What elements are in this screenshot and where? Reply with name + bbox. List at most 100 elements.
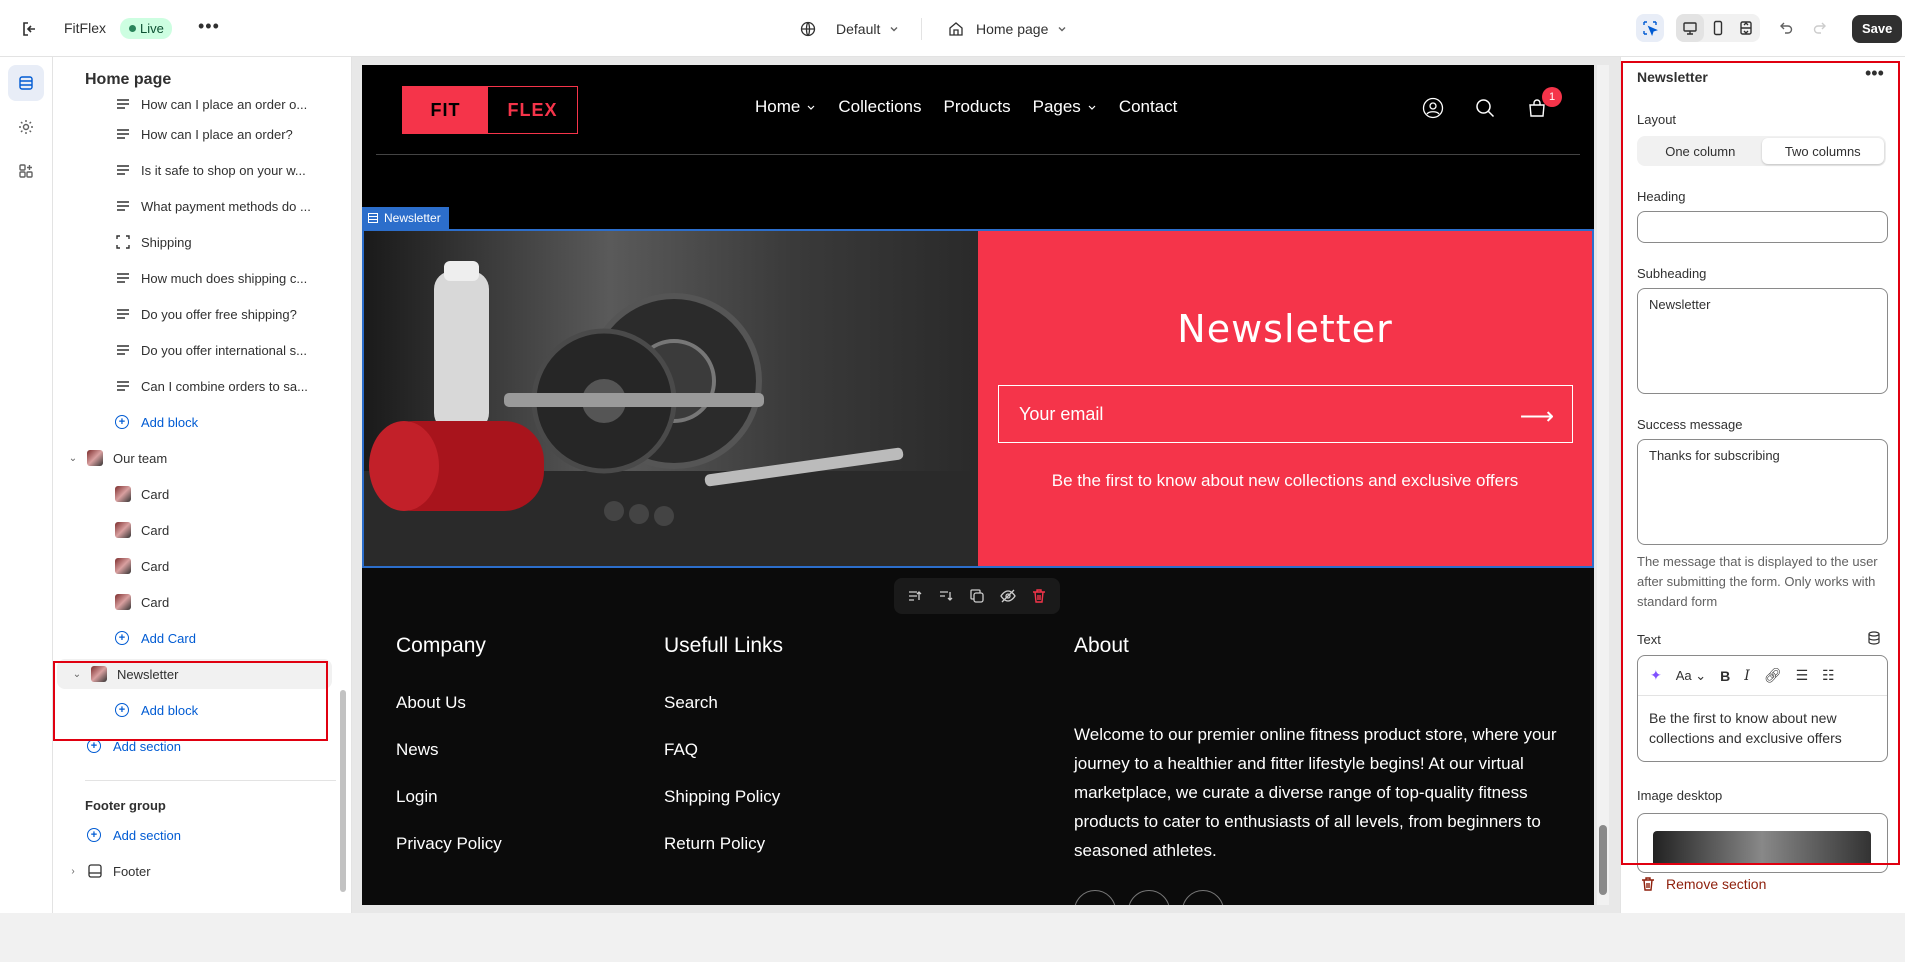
preview-scrollbar-thumb[interactable] bbox=[1599, 825, 1607, 895]
apps-nav-button[interactable] bbox=[8, 153, 44, 189]
card-label: Card bbox=[141, 594, 170, 610]
apps-icon bbox=[19, 164, 33, 178]
gear-icon bbox=[19, 120, 33, 134]
chevron-down-icon bbox=[890, 27, 898, 32]
nav-pages[interactable]: Pages bbox=[1033, 97, 1097, 117]
tree-item[interactable]: How much does shipping c... bbox=[53, 263, 336, 293]
section-our-team[interactable]: ⌄ Our team bbox=[53, 443, 336, 473]
social-pinterest-icon[interactable] bbox=[1182, 890, 1224, 905]
tree-item[interactable]: What payment methods do ... bbox=[53, 191, 336, 221]
section-footer[interactable]: › Footer bbox=[53, 856, 336, 886]
sections-icon bbox=[19, 76, 33, 90]
arrow-right-icon[interactable]: ⟶ bbox=[1520, 402, 1554, 431]
more-actions-icon[interactable]: ••• bbox=[198, 16, 220, 37]
add-section-label: Add section bbox=[113, 827, 181, 843]
save-button[interactable]: Save bbox=[1852, 15, 1903, 43]
chevron-right-icon[interactable]: › bbox=[65, 866, 81, 877]
newsletter-text: Be the first to know about new collectio… bbox=[1051, 471, 1519, 490]
move-down-icon[interactable] bbox=[938, 588, 954, 604]
card-block[interactable]: Card bbox=[53, 551, 336, 581]
card-block[interactable]: Card bbox=[53, 587, 336, 617]
newsletter-section[interactable]: Newsletter Your email ⟶ Be the first to … bbox=[362, 229, 1594, 568]
desktop-view-button[interactable] bbox=[1676, 14, 1704, 42]
nav-label: Home bbox=[755, 97, 801, 116]
plus-circle-icon: + bbox=[87, 828, 101, 842]
store-nav: Home Collections Products Pages Contact bbox=[755, 97, 1177, 117]
tree-item[interactable]: Is it safe to shop on your w... bbox=[53, 155, 336, 185]
remove-section-button[interactable]: Remove section bbox=[1640, 876, 1766, 892]
card-thumbnail bbox=[115, 522, 131, 538]
sections-nav-button[interactable] bbox=[8, 65, 44, 101]
card-thumbnail bbox=[115, 558, 131, 574]
dumbbell-illustration bbox=[364, 261, 978, 566]
section-icon bbox=[368, 213, 378, 223]
newsletter-image bbox=[364, 231, 978, 566]
nav-collections[interactable]: Collections bbox=[838, 97, 921, 117]
footer-link[interactable]: Return Policy bbox=[664, 834, 765, 854]
remove-section-label: Remove section bbox=[1666, 876, 1767, 892]
text-block-icon bbox=[115, 198, 131, 214]
search-icon[interactable] bbox=[1474, 97, 1496, 119]
account-icon[interactable] bbox=[1422, 97, 1444, 119]
tree-item[interactable]: How can I place an order? bbox=[53, 119, 336, 149]
tree-item-label: How much does shipping c... bbox=[141, 270, 308, 286]
mobile-view-button[interactable] bbox=[1704, 14, 1732, 42]
section-tag[interactable]: Newsletter bbox=[362, 207, 449, 229]
move-up-icon[interactable] bbox=[907, 588, 923, 604]
footer-group-heading: Footer group bbox=[53, 790, 336, 820]
theme-selector[interactable]: Default bbox=[800, 18, 900, 40]
section-tag-label: Newsletter bbox=[384, 211, 441, 225]
exit-icon[interactable] bbox=[20, 19, 40, 39]
footer-link[interactable]: FAQ bbox=[664, 740, 698, 760]
preview-scrollbar[interactable] bbox=[1597, 65, 1609, 905]
tree-item-label: How can I place an order? bbox=[141, 126, 293, 142]
undo-button[interactable] bbox=[1772, 14, 1800, 42]
card-block[interactable]: Card bbox=[53, 515, 336, 545]
add-section-button[interactable]: + Add section bbox=[53, 820, 336, 850]
add-card-button[interactable]: + Add Card bbox=[53, 623, 336, 653]
tree-item[interactable]: Do you offer international s... bbox=[53, 335, 336, 365]
social-instagram-icon[interactable] bbox=[1128, 890, 1170, 905]
add-block-button[interactable]: + Add block bbox=[53, 407, 336, 437]
store-logo[interactable]: FIT FLEX bbox=[402, 86, 578, 134]
footer-link[interactable]: Search bbox=[664, 693, 718, 713]
duplicate-icon[interactable] bbox=[969, 588, 985, 604]
mobile-icon bbox=[1713, 20, 1723, 36]
footer-link[interactable]: Login bbox=[396, 787, 438, 807]
hide-icon[interactable] bbox=[1000, 588, 1016, 604]
tree-item[interactable]: Do you offer free shipping? bbox=[53, 299, 336, 329]
page-label: Home page bbox=[976, 21, 1049, 37]
social-facebook-icon[interactable] bbox=[1074, 890, 1116, 905]
inspector-toggle[interactable] bbox=[1636, 14, 1664, 42]
nav-contact[interactable]: Contact bbox=[1119, 97, 1178, 117]
footer-link[interactable]: News bbox=[396, 740, 439, 760]
tree-item[interactable]: Can I combine orders to sa... bbox=[53, 371, 336, 401]
delete-icon bbox=[1642, 877, 1654, 891]
add-block-label: Add block bbox=[141, 414, 199, 430]
cursor-select-icon bbox=[1643, 21, 1658, 36]
logo-part-fit: FIT bbox=[403, 87, 488, 133]
tree-item[interactable]: Shipping bbox=[53, 227, 336, 257]
page-selector[interactable]: Home page bbox=[948, 18, 1068, 40]
chevron-down-icon[interactable]: ⌄ bbox=[65, 453, 81, 464]
device-switcher bbox=[1676, 14, 1760, 42]
text-block-icon bbox=[115, 162, 131, 178]
footer-col-heading: Usefull Links bbox=[664, 634, 784, 657]
fullwidth-view-button[interactable] bbox=[1732, 14, 1760, 42]
footer-link[interactable]: About Us bbox=[396, 693, 466, 713]
delete-icon[interactable] bbox=[1031, 588, 1047, 604]
email-input[interactable]: Your email ⟶ bbox=[998, 385, 1573, 443]
plus-circle-icon: + bbox=[115, 631, 129, 645]
nav-products[interactable]: Products bbox=[944, 97, 1011, 117]
tree-item[interactable]: How can I place an order o... bbox=[53, 89, 336, 119]
card-block[interactable]: Card bbox=[53, 479, 336, 509]
footer-link[interactable]: Privacy Policy bbox=[396, 834, 502, 854]
desktop-icon bbox=[1683, 22, 1697, 35]
text-block-icon bbox=[115, 306, 131, 322]
footer-link[interactable]: Shipping Policy bbox=[664, 787, 780, 807]
tree-item-label: How can I place an order o... bbox=[141, 96, 308, 112]
settings-nav-button[interactable] bbox=[8, 109, 44, 145]
nav-home[interactable]: Home bbox=[755, 97, 816, 117]
sidebar-scrollbar-thumb[interactable] bbox=[340, 690, 346, 892]
redo-button[interactable] bbox=[1806, 14, 1834, 42]
